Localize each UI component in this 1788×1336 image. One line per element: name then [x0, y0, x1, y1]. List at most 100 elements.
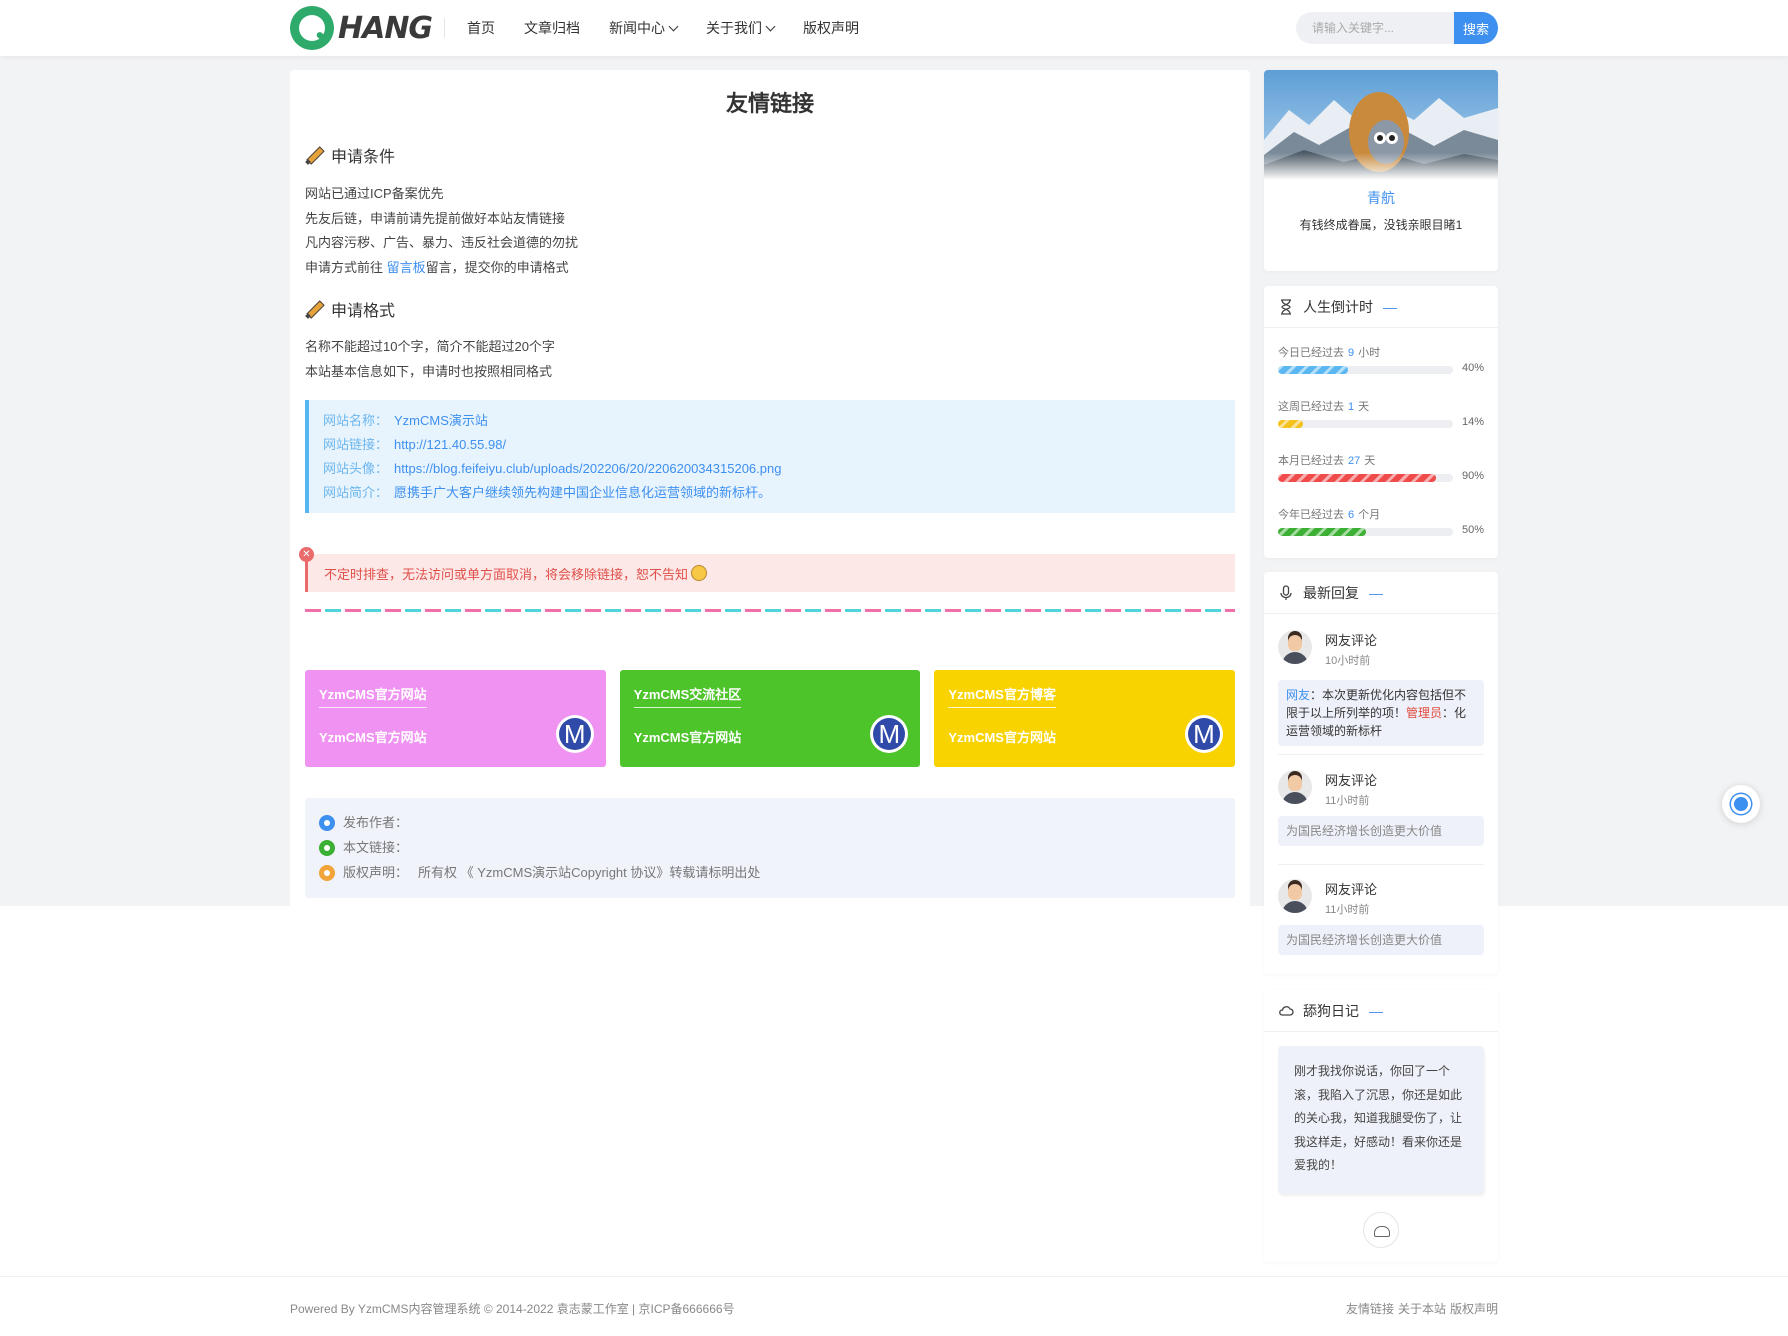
nav-copyright[interactable]: 版权声明	[803, 18, 859, 38]
countdown-label: 这周已经过去 1 天	[1278, 398, 1484, 414]
progress-fill	[1278, 420, 1303, 428]
reply-author: 网友评论	[1325, 773, 1378, 788]
search-button[interactable]: 搜索	[1454, 12, 1498, 44]
main-article: 友情链接 申请条件 网站已通过ICP备案优先 先友后链，申请前请先提前做好本站友…	[290, 70, 1250, 908]
format-line: 名称不能超过10个字，简介不能超过20个字	[305, 339, 555, 354]
progress-percent: 14%	[1461, 416, 1484, 428]
friend-link-card[interactable]: YzmCMS官方博客 YzmCMS官方网站 M	[934, 670, 1236, 767]
cd-value: 27	[1348, 455, 1361, 467]
collapse-icon[interactable]: —	[1383, 299, 1397, 315]
search-form: 搜索	[1296, 12, 1498, 44]
meta-author: 发布作者：	[319, 810, 1221, 835]
reply-body: 为国民经济增长创造更大价值	[1278, 816, 1484, 846]
section-heading-text: 申请格式	[331, 303, 396, 320]
link-card-logo-letter: M	[563, 719, 586, 749]
nav-news[interactable]: 新闻中心	[609, 18, 679, 38]
footer-link-copyright[interactable]: 版权声明	[1450, 1300, 1498, 1317]
cd-prefix: 今年已经过去	[1278, 509, 1344, 521]
footer-link-friends[interactable]: 友情链接	[1346, 1300, 1394, 1317]
microphone-icon	[1278, 584, 1294, 601]
link-card-logo-letter: M	[878, 719, 901, 749]
condition-line: 申请方式前往 留言板留言，提交你的申请格式	[305, 256, 578, 281]
nav-about[interactable]: 关于我们	[706, 18, 776, 38]
progress-fill	[1278, 366, 1348, 374]
profile-name[interactable]: 青航	[1264, 188, 1498, 208]
cd-unit: 天	[1364, 455, 1376, 467]
info-value[interactable]: https://blog.feifeiyu.club/uploads/20220…	[394, 461, 781, 476]
friend-link-card[interactable]: YzmCMS官方网站 YzmCMS官方网站 M	[305, 670, 606, 767]
widget-header: 舔狗日记 —	[1264, 990, 1498, 1032]
progress-track	[1278, 366, 1453, 374]
info-line: 网站头像： https://blog.feifeiyu.club/uploads/…	[323, 457, 1221, 481]
cd-prefix: 本月已经过去	[1278, 455, 1344, 467]
countdown-label: 今日已经过去 9 小时	[1278, 344, 1484, 360]
countdown-label: 今年已经过去 6 个月	[1278, 506, 1484, 522]
site-header: HANG 首页 文章归档 新闻中心 关于我们 版权声明 搜索	[0, 0, 1788, 56]
theme-toggle-button[interactable]	[1722, 785, 1760, 823]
progress-fill	[1278, 474, 1436, 482]
info-key: 网站简介：	[323, 485, 389, 500]
format-list: 名称不能超过10个字，简介不能超过20个字 本站基本信息如下，申请时也按照相同格…	[305, 335, 555, 384]
collapse-icon[interactable]: —	[1369, 1003, 1383, 1019]
link-card-name: YzmCMS官方网站	[319, 684, 427, 708]
cd-value: 9	[1348, 347, 1355, 359]
link-card-desc: YzmCMS官方网站	[319, 730, 427, 745]
link-card-name: YzmCMS交流社区	[633, 684, 742, 708]
widget-title: 人生倒计时	[1303, 298, 1373, 315]
conditions-list: 网站已通过ICP备案优先 先友后链，申请前请先提前做好本站友情链接 凡内容污秽、…	[305, 182, 578, 280]
footer-copyright: Powered By YzmCMS内容管理系统 © 2014-2022 袁志蒙工…	[290, 1302, 735, 1316]
countdown-item: 本月已经过去 27 天 90%	[1278, 452, 1484, 482]
profile-card: 青航 有钱终成眷属，没钱亲眼目睹1	[1264, 70, 1498, 271]
countdown-item: 今年已经过去 6 个月 50%	[1278, 506, 1484, 536]
cd-prefix: 这周已经过去	[1278, 401, 1344, 413]
info-value: 愿携手广大客户继续领先构建中国企业信息化运营领域的新标杆。	[394, 485, 772, 500]
progress-fill	[1278, 528, 1366, 536]
logo-q-icon	[290, 6, 334, 50]
progress-percent: 90%	[1461, 470, 1484, 482]
reply-body: 为国民经济增长创造更大价值	[1278, 925, 1484, 955]
progress-track	[1278, 528, 1453, 536]
search-input[interactable]	[1296, 12, 1454, 44]
yzmcms-logo-icon: M	[870, 715, 909, 753]
meta-copyright-text: 所有权 《 YzmCMS演示站Copyright 协议》转载请标明出处	[418, 865, 761, 880]
reply-admin-name: 管理员	[1406, 706, 1443, 720]
info-key: 网站头像：	[323, 461, 389, 476]
share-icon	[319, 864, 335, 881]
progress-percent: 40%	[1461, 362, 1484, 374]
latest-replies-widget: 最新回复 — 网友评论 10小时前 网友：本次更新优化内容包括但不限于以上所列举…	[1264, 572, 1498, 974]
warning-text: 不定时排查，无法访问或单方面取消，将会移除链接，恕不告知	[324, 566, 689, 582]
nav-news-label: 新闻中心	[609, 20, 665, 36]
avatar	[1278, 770, 1312, 804]
nav-home[interactable]: 首页	[467, 18, 495, 38]
cd-value: 1	[1348, 401, 1355, 413]
nav-about-label: 关于我们	[706, 20, 762, 36]
logo-text: HANG	[338, 10, 433, 46]
footer-link-about[interactable]: 关于本站	[1398, 1300, 1446, 1317]
link-card-desc: YzmCMS官方网站	[633, 730, 742, 745]
close-icon: ✕	[299, 547, 314, 562]
site-info-box: 网站名称： YzmCMS演示站 网站链接： http://121.40.55.98/…	[305, 400, 1235, 513]
profile-bio: 有钱终成眷属，没钱亲眼目睹1	[1299, 218, 1463, 232]
article-meta: 发布作者： 本文链接： 版权声明： 所有权 《 YzmCMS演示站Copyrigh…	[305, 798, 1235, 898]
guestbook-link[interactable]: 留言板	[387, 260, 426, 275]
reply-author: 网友评论	[1325, 882, 1378, 897]
footer-links: 友情链接 关于本站 版权声明	[1346, 1300, 1498, 1317]
collapse-icon[interactable]: —	[1369, 585, 1383, 601]
progress-track	[1278, 420, 1453, 428]
emoji-icon	[691, 565, 708, 581]
cloud-icon	[1278, 1003, 1294, 1019]
meta-link-label: 本文链接：	[343, 840, 409, 855]
cd-unit: 小时	[1358, 347, 1381, 359]
refresh-diary-button[interactable]	[1363, 1212, 1399, 1248]
site-logo[interactable]: HANG	[290, 6, 433, 50]
info-value: YzmCMS演示站	[394, 413, 488, 428]
meta-author-label: 发布作者：	[343, 815, 409, 830]
friend-link-card[interactable]: YzmCMS交流社区 YzmCMS官方网站 M	[619, 670, 921, 767]
warning-alert: ✕ 不定时排查，无法访问或单方面取消，将会移除链接，恕不告知	[299, 547, 1235, 592]
nav-archive[interactable]: 文章归档	[524, 18, 580, 38]
section-heading-conditions: 申请条件	[305, 143, 395, 167]
info-value[interactable]: http://121.40.55.98/	[394, 437, 506, 452]
widget-header: 最新回复 —	[1264, 572, 1498, 614]
countdown-item: 这周已经过去 1 天 14%	[1278, 398, 1484, 428]
yzmcms-logo-icon: M	[1185, 715, 1224, 753]
